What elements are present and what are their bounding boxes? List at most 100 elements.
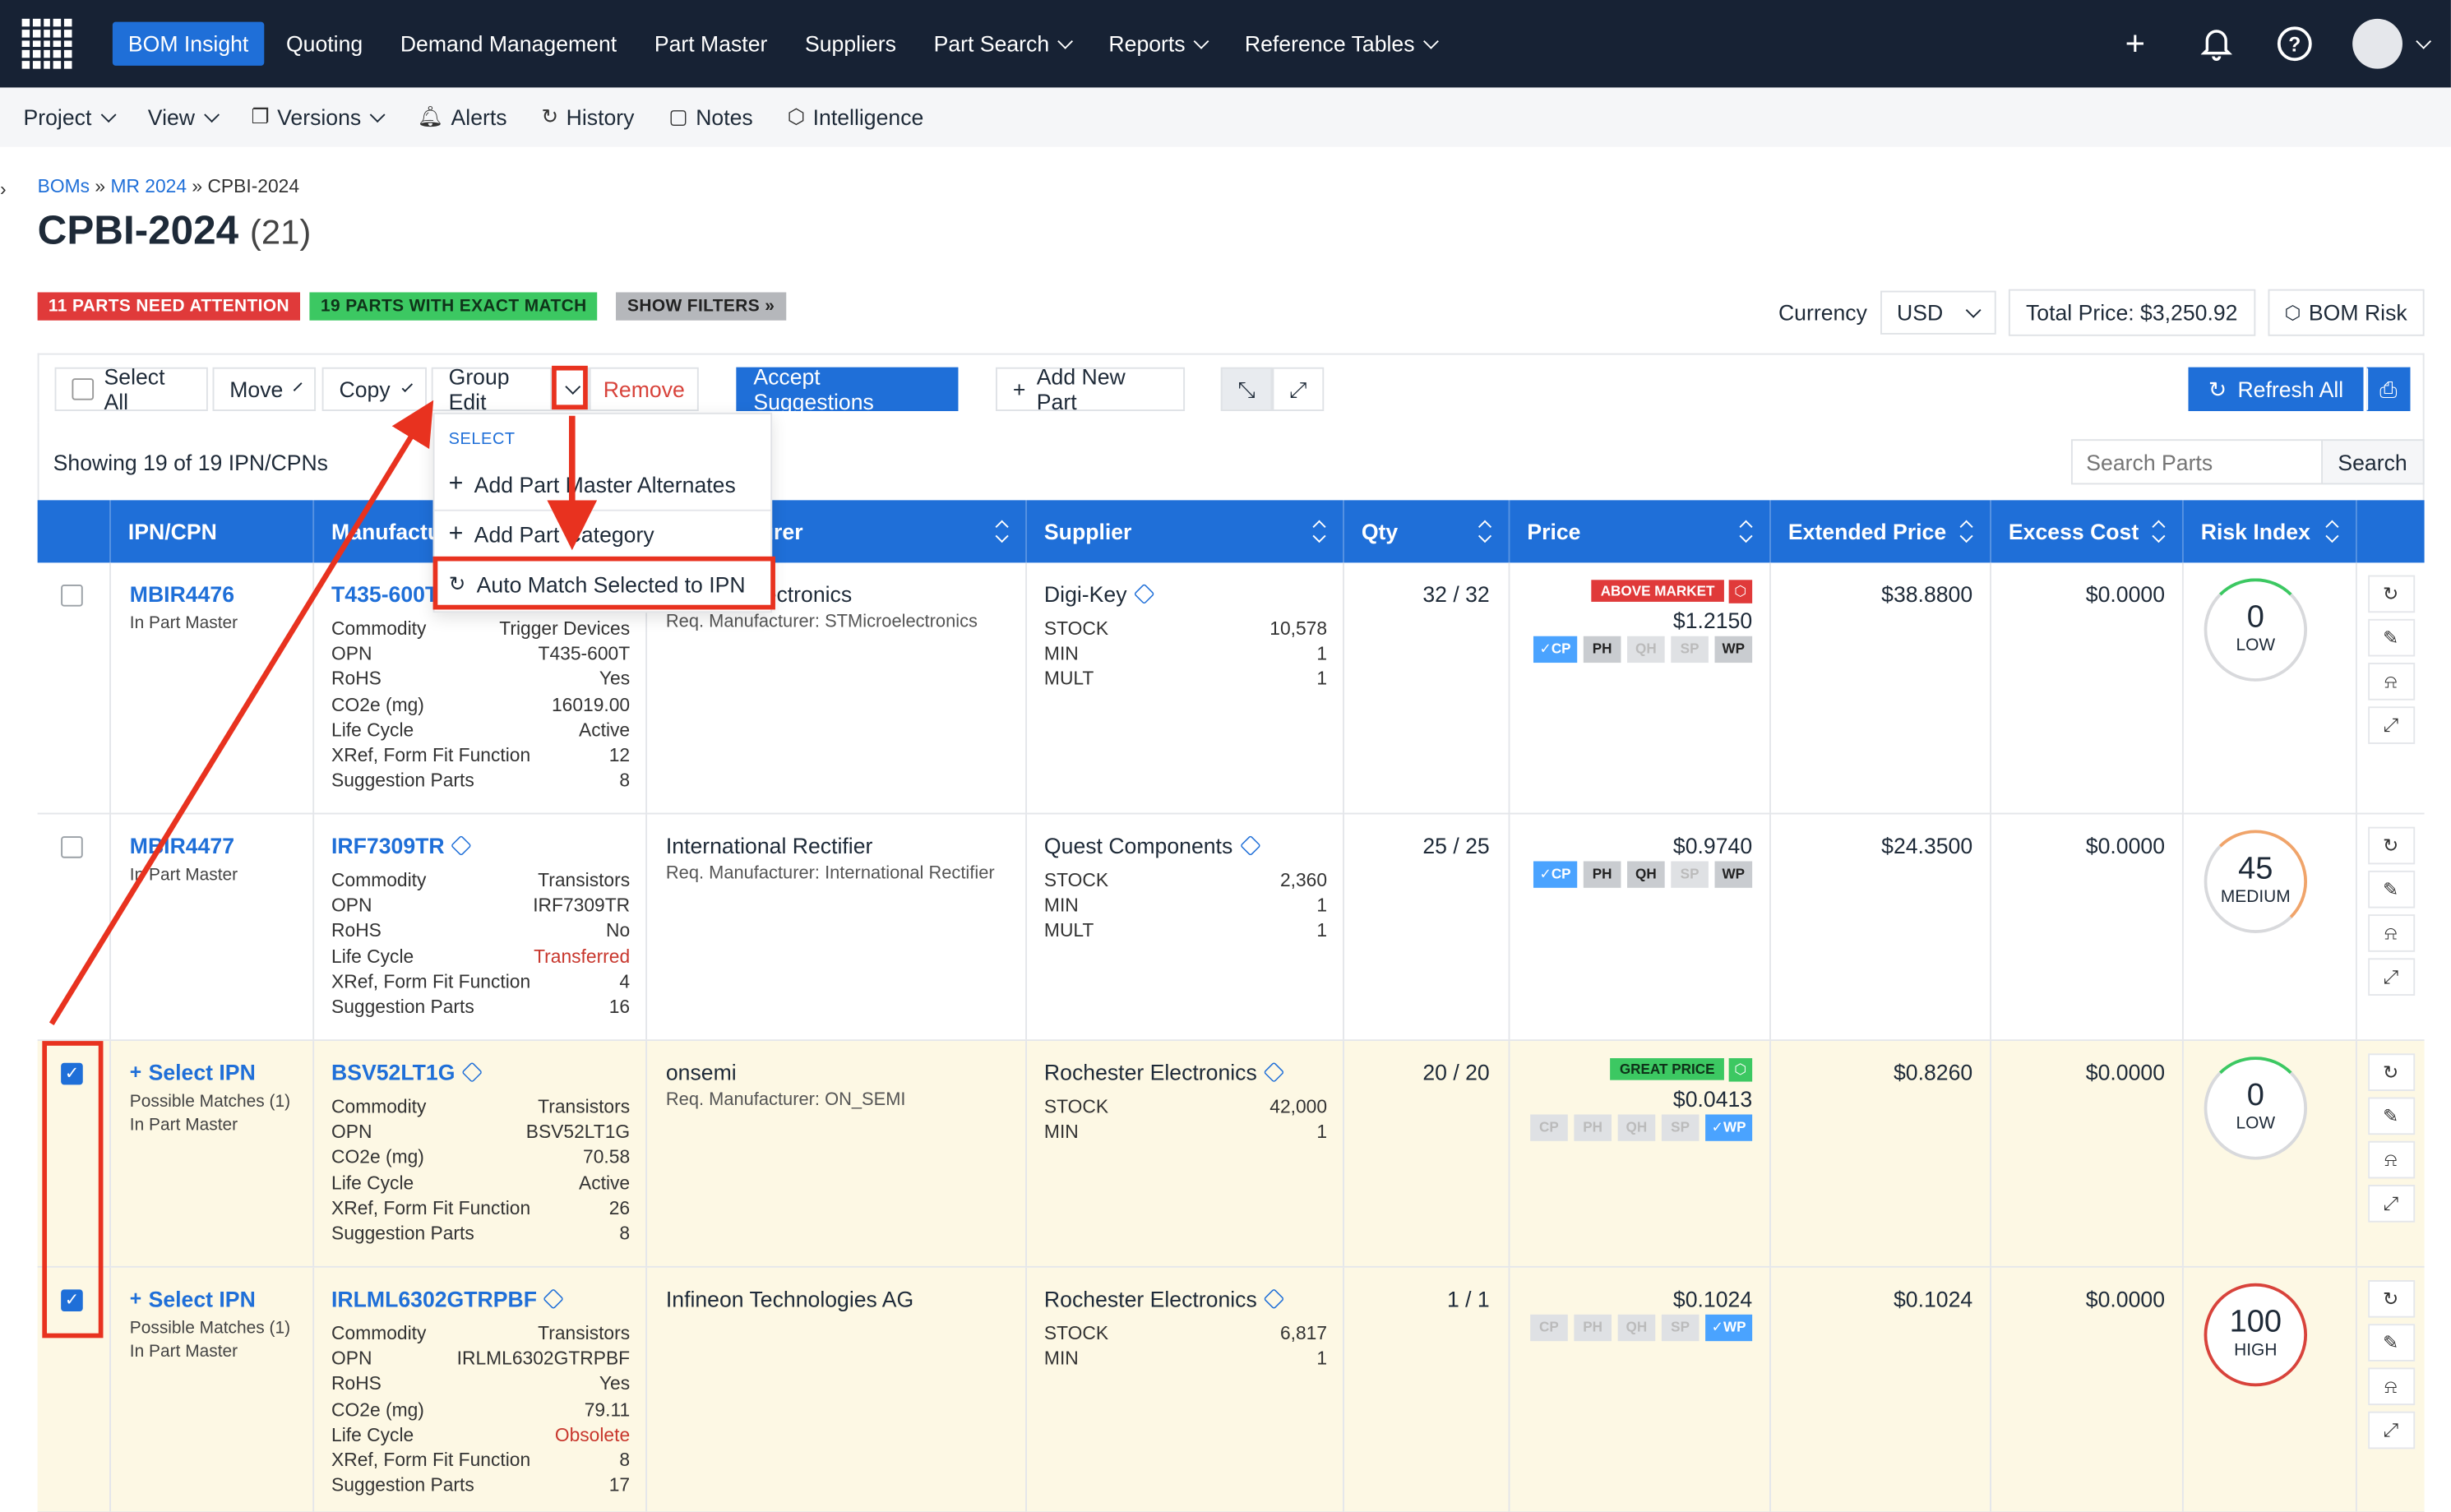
nav-item-reference-tables[interactable]: Reference Tables — [1229, 22, 1452, 66]
app-grid-logo-icon[interactable] — [21, 18, 72, 69]
show-filters-button[interactable]: SHOW FILTERS » — [616, 292, 786, 321]
help-icon[interactable]: ? — [2277, 26, 2312, 62]
bell-icon[interactable]: ⍾ — [2367, 1367, 2415, 1406]
group-edit-button[interactable]: Group Edit — [431, 364, 553, 414]
price-source-pill[interactable]: ✓CP — [1533, 636, 1578, 664]
bell-icon[interactable] — [2196, 24, 2236, 64]
bell-icon[interactable]: ⍾ — [2367, 663, 2415, 701]
header-ipn[interactable]: IPN/CPN — [111, 500, 315, 563]
menu-item-add-alternates[interactable]: + Add Part Master Alternates — [435, 460, 771, 510]
header-qty[interactable]: Qty — [1344, 500, 1510, 563]
supplier-name[interactable]: Quest Components — [1044, 833, 1261, 858]
price-source-pill[interactable]: QH — [1617, 1114, 1656, 1141]
manufacturer-part-link[interactable]: IRF7309TR — [331, 833, 473, 858]
expand-icon[interactable]: ⤢ — [2367, 958, 2415, 996]
nav-item-part-search[interactable]: Part Search — [918, 22, 1087, 66]
price-source-pill[interactable]: PH — [1583, 861, 1621, 888]
row-checkbox[interactable]: ✓ — [61, 1062, 83, 1085]
notes-link[interactable]: ▢ Notes — [668, 104, 752, 129]
history-link[interactable]: ↻ History — [541, 104, 634, 129]
row-checkbox[interactable]: ✓ — [61, 1289, 83, 1312]
nav-item-suppliers[interactable]: Suppliers — [789, 22, 912, 66]
versions-menu[interactable]: ❐ Versions — [251, 104, 386, 130]
refresh-icon[interactable]: ↻ — [2367, 1280, 2415, 1318]
manufacturer-part-link[interactable]: IRLML6302GTRPBF — [331, 1287, 565, 1311]
chat-icon[interactable]: ✎ — [2367, 870, 2415, 909]
move-button[interactable]: Move — [212, 367, 317, 411]
select-ipn-link[interactable]: Select IPN — [130, 1060, 290, 1084]
price-source-pill[interactable]: CP — [1530, 1114, 1568, 1141]
chat-icon[interactable]: ✎ — [2367, 1324, 2415, 1362]
select-all-checkbox[interactable] — [72, 378, 94, 400]
nav-item-reports[interactable]: Reports — [1093, 22, 1223, 66]
ipn-link[interactable]: MBIR4476 — [130, 581, 238, 606]
price-source-pill[interactable]: QH — [1617, 1314, 1656, 1342]
bell-icon[interactable]: ⍾ — [2367, 914, 2415, 952]
collapse-rows-button[interactable]: ⤡ — [1220, 367, 1273, 411]
price-source-pill[interactable]: SP — [1671, 861, 1709, 888]
price-source-pill[interactable]: PH — [1574, 1114, 1612, 1141]
currency-select[interactable]: USD — [1880, 290, 1996, 335]
nav-item-bom-insight[interactable]: BOM Insight — [112, 21, 265, 66]
price-source-pill[interactable]: CP — [1530, 1314, 1568, 1342]
price-source-pill[interactable]: SP — [1661, 1314, 1700, 1342]
price-source-pill[interactable]: ✓WP — [1705, 1314, 1753, 1342]
supplier-name[interactable]: Rochester Electronics — [1044, 1287, 1285, 1311]
price-source-pill[interactable]: QH — [1627, 636, 1665, 664]
view-menu[interactable]: View — [148, 104, 220, 130]
header-price[interactable]: Price — [1510, 500, 1771, 563]
remove-button[interactable]: Remove — [589, 367, 699, 411]
chat-icon[interactable]: ✎ — [2367, 1097, 2415, 1135]
expand-icon[interactable]: ⤢ — [2367, 706, 2415, 744]
price-source-pill[interactable]: PH — [1574, 1314, 1612, 1342]
menu-item-add-category[interactable]: + Add Part Category — [435, 510, 771, 560]
plus-icon[interactable]: + — [2115, 24, 2155, 64]
copy-button[interactable]: Copy — [321, 367, 428, 411]
price-source-pill[interactable]: PH — [1583, 636, 1621, 664]
refresh-icon[interactable]: ↻ — [2367, 575, 2415, 613]
intelligence-link[interactable]: ⬡ Intelligence — [788, 104, 924, 129]
expand-sidebar-icon[interactable]: › — [0, 178, 7, 201]
breadcrumb-mr-link[interactable]: MR 2024 — [110, 175, 187, 197]
price-source-pill[interactable]: QH — [1627, 861, 1665, 888]
menu-item-auto-match[interactable]: ↻ Auto Match Selected to IPN — [435, 560, 771, 610]
refresh-icon[interactable]: ↻ — [2367, 1053, 2415, 1091]
group-edit-dropdown-toggle[interactable] — [552, 367, 590, 411]
attention-badge[interactable]: 11 PARTS NEED ATTENTION — [37, 292, 301, 321]
ipn-link[interactable]: MBIR4477 — [130, 833, 238, 858]
header-extended-price[interactable]: Extended Price — [1771, 500, 1992, 563]
row-checkbox[interactable] — [61, 836, 83, 858]
price-source-pill[interactable]: ✓CP — [1533, 861, 1578, 888]
bell-icon[interactable]: ⍾ — [2367, 1140, 2415, 1179]
expand-icon[interactable]: ⤢ — [2367, 1411, 2415, 1450]
supplier-name[interactable]: Rochester Electronics — [1044, 1060, 1285, 1084]
refresh-icon[interactable]: ↻ — [2367, 826, 2415, 865]
bom-risk-button[interactable]: ⬡ BOM Risk — [2267, 289, 2425, 336]
nav-item-demand-management[interactable]: Demand Management — [385, 22, 632, 66]
search-button[interactable]: Search — [2322, 439, 2425, 485]
header-excess-cost[interactable]: Excess Cost — [1991, 500, 2184, 563]
header-risk-index[interactable]: Risk Index — [2184, 500, 2357, 563]
price-source-pill[interactable]: WP — [1714, 636, 1753, 664]
expand-rows-button[interactable]: ⤢ — [1272, 367, 1325, 411]
select-ipn-link[interactable]: Select IPN — [130, 1287, 290, 1311]
nav-item-quoting[interactable]: Quoting — [271, 22, 378, 66]
manufacturer-part-link[interactable]: BSV52LT1G — [331, 1060, 483, 1084]
add-new-part-button[interactable]: + Add New Part — [996, 364, 1186, 414]
accept-suggestions-button[interactable]: Accept Suggestions — [736, 364, 959, 414]
chat-icon[interactable]: ✎ — [2367, 618, 2415, 657]
supplier-name[interactable]: Digi-Key — [1044, 581, 1155, 607]
refresh-all-button[interactable]: ↻ Refresh All — [2188, 367, 2364, 411]
alerts-link[interactable]: 🔔︎ Alerts — [418, 104, 507, 129]
price-source-pill[interactable]: ✓WP — [1705, 1114, 1753, 1141]
project-menu[interactable]: Project — [24, 104, 116, 130]
price-source-pill[interactable]: WP — [1714, 861, 1753, 888]
row-checkbox[interactable] — [61, 585, 83, 607]
select-all-button[interactable]: Select All — [54, 364, 208, 414]
exact-match-badge[interactable]: 19 PARTS WITH EXACT MATCH — [309, 292, 598, 321]
export-button[interactable]: ⎙ — [2366, 367, 2411, 411]
search-input[interactable] — [2070, 439, 2323, 485]
nav-item-part-master[interactable]: Part Master — [639, 22, 784, 66]
header-supplier[interactable]: Supplier — [1027, 500, 1344, 563]
price-source-pill[interactable]: SP — [1671, 636, 1709, 664]
